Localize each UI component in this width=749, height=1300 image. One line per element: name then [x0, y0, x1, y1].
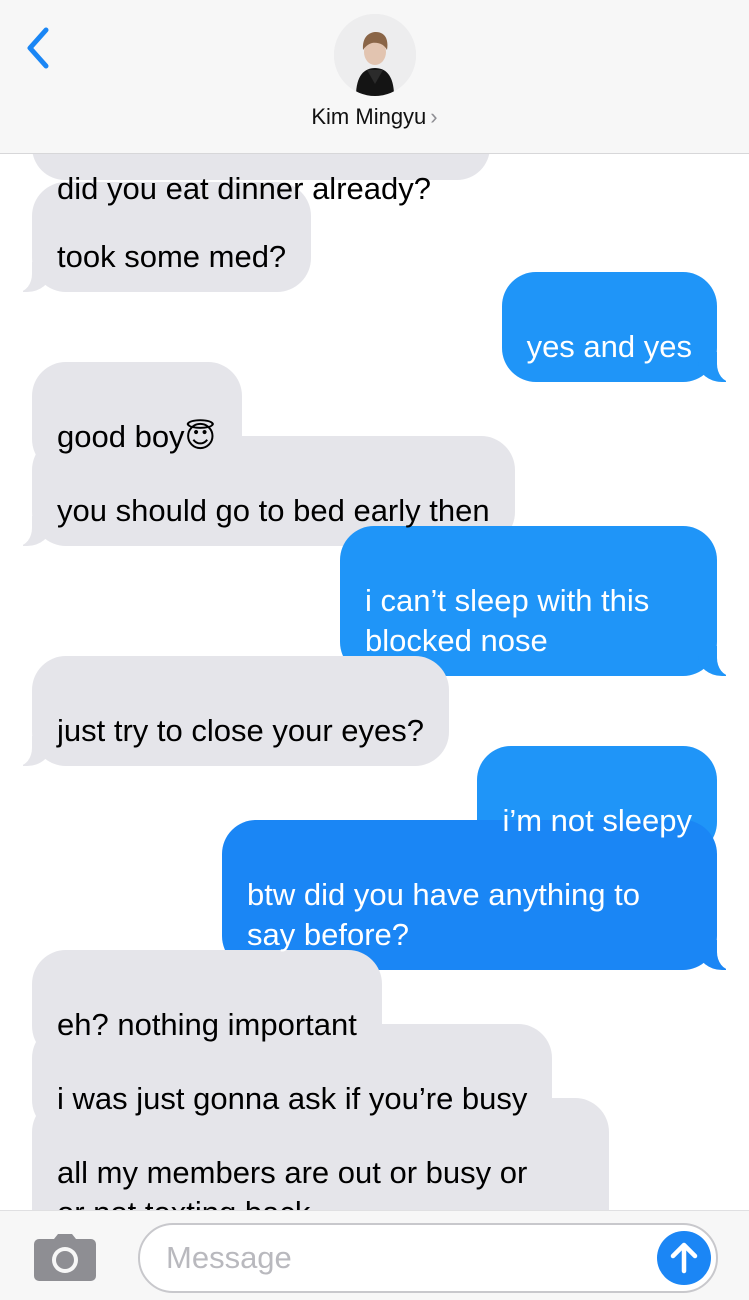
message-text: all my members are out or busy or or not…: [57, 1155, 528, 1210]
message-bubble-outgoing: i can’t sleep with this blocked nose: [340, 526, 739, 676]
contact-name: Kim Mingyu: [311, 104, 427, 129]
chevron-left-icon: [27, 27, 49, 69]
conversation-header: Kim Mingyu ›: [0, 0, 749, 154]
message-text: you should go to bed early then: [57, 493, 490, 528]
camera-button[interactable]: [32, 1233, 98, 1283]
contact-photo: [334, 14, 416, 96]
message-bubble-outgoing: yes and yes: [501, 272, 740, 382]
message-text: i can’t sleep with this blocked nose: [365, 583, 650, 658]
message-text: took some med?: [57, 239, 287, 274]
arrow-up-icon: [670, 1242, 698, 1274]
message-text: i was just gonna ask if you’re busy: [57, 1081, 528, 1116]
message-text: did you eat dinner already?: [57, 171, 431, 206]
message-bubble-incoming: just try to close your eyes?: [10, 656, 449, 766]
chevron-right-icon: ›: [430, 104, 438, 129]
message-composer: [0, 1210, 749, 1300]
contact-name-button[interactable]: Kim Mingyu ›: [0, 104, 749, 130]
message-text: btw did you have anything to say before?: [247, 877, 640, 952]
back-button[interactable]: [18, 22, 58, 74]
message-text: i’m not sleepy: [502, 803, 692, 838]
message-bubble-incoming: did you eat dinner already?: [32, 154, 490, 206]
message-text: yes and yes: [526, 329, 692, 364]
message-text: eh? nothing important: [57, 1007, 357, 1042]
message-input[interactable]: [138, 1223, 718, 1293]
message-text: just try to close your eyes?: [57, 713, 424, 748]
avatar[interactable]: [334, 14, 416, 96]
angel-emoji: 😇: [184, 420, 216, 455]
message-text: good boy: [57, 419, 185, 454]
message-bubble-outgoing: btw did you have anything to say before?: [222, 820, 739, 970]
message-thread[interactable]: did you eat dinner already? took some me…: [0, 154, 749, 1210]
send-button[interactable]: [657, 1231, 711, 1285]
camera-icon: [34, 1234, 96, 1281]
